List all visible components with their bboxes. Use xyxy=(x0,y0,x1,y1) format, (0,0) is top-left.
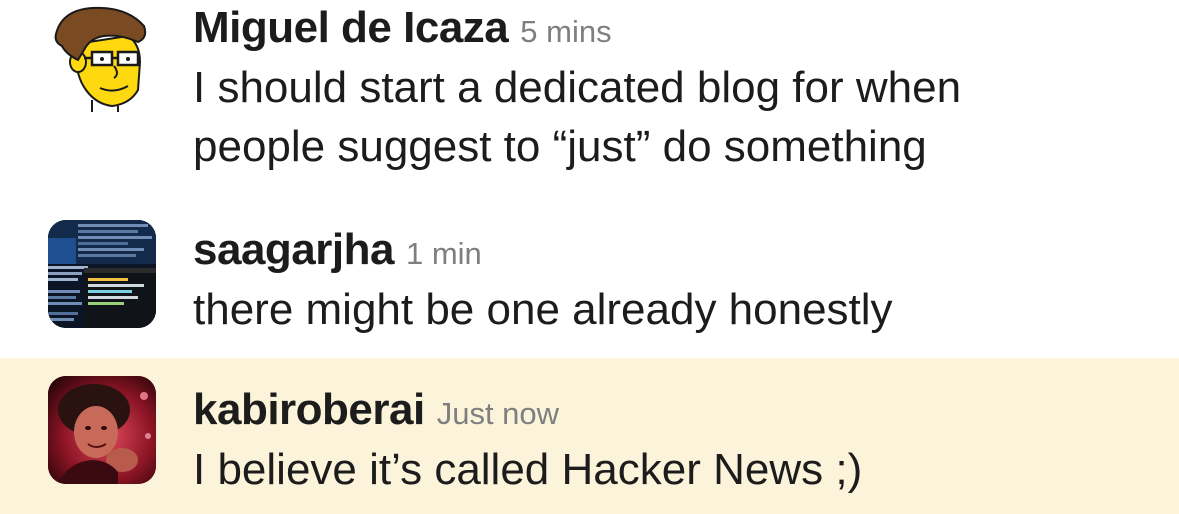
message-item: saagarjha 1 min there might be one alread… xyxy=(0,200,1179,358)
avatar[interactable] xyxy=(48,220,156,328)
timestamp[interactable]: Just now xyxy=(437,396,559,431)
author-name[interactable]: saagarjha xyxy=(193,225,394,274)
timestamp[interactable]: 5 mins xyxy=(520,14,611,49)
avatar[interactable] xyxy=(48,4,156,112)
message-text: I should start a dedicated blog for when… xyxy=(193,63,962,171)
message-header: kabiroberai Just now xyxy=(193,388,1159,432)
message-item-highlighted: kabiroberai Just now I believe it’s calle… xyxy=(0,358,1179,514)
terminal-screenshot-avatar-icon xyxy=(48,220,156,328)
timestamp[interactable]: 1 min xyxy=(406,236,482,271)
photo-avatar-icon xyxy=(48,376,156,484)
cartoon-character-avatar-icon xyxy=(54,6,147,112)
message-text: I believe it’s called Hacker News ;) xyxy=(193,445,863,494)
author-name[interactable]: Miguel de Icaza xyxy=(193,3,509,52)
message-text: there might be one already honestly xyxy=(193,285,893,334)
message-header: saagarjha 1 min xyxy=(193,228,1159,272)
message-item: Miguel de Icaza 5 mins I should start a d… xyxy=(0,0,1179,200)
message-header: Miguel de Icaza 5 mins xyxy=(193,6,1159,50)
author-name[interactable]: kabiroberai xyxy=(193,385,425,434)
avatar[interactable] xyxy=(48,376,156,484)
